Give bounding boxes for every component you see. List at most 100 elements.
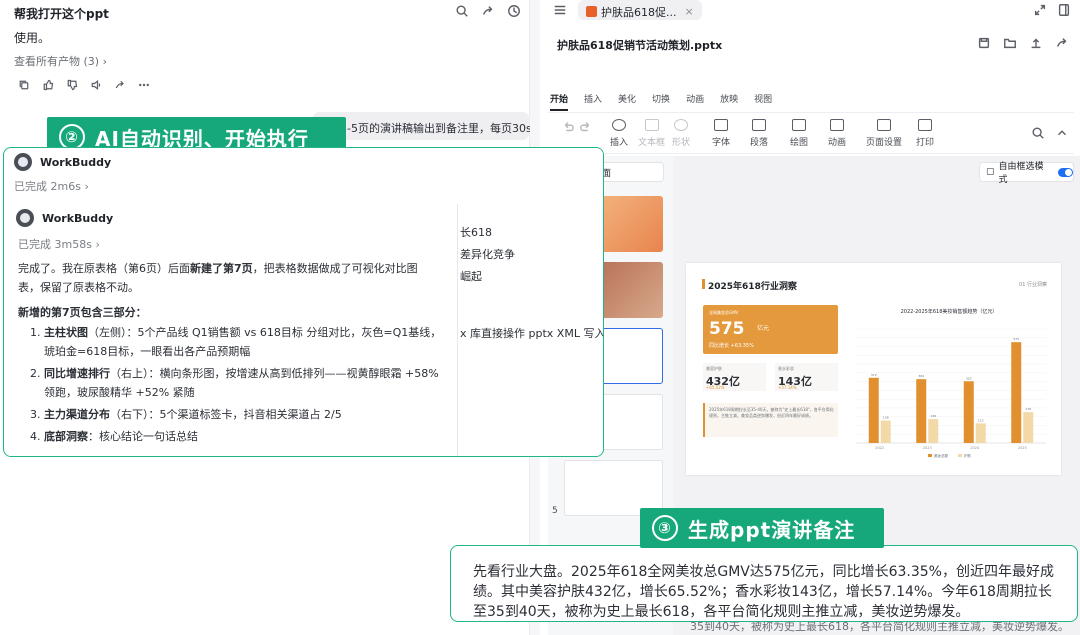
- menu-transition[interactable]: 切换: [652, 92, 670, 111]
- search-icon[interactable]: [454, 3, 470, 19]
- completed-status[interactable]: 已完成 2m6s ›: [14, 178, 89, 194]
- tick-label: 2022: [875, 446, 884, 450]
- split-view-icon[interactable]: [1056, 2, 1072, 18]
- thumb-number: 5: [552, 506, 558, 516]
- expand-icon[interactable]: [1032, 2, 1048, 18]
- item-number: 3.: [30, 408, 41, 421]
- item-title: 同比增速排行: [44, 367, 110, 380]
- share-icon[interactable]: [480, 3, 496, 19]
- step-number: ③: [652, 515, 678, 541]
- bar: [916, 379, 927, 443]
- slide-note: 2025年618周期拉长至35-40天，被称为"史上最长618"，各平台简化规则…: [703, 403, 838, 437]
- tool-page-setup[interactable]: 页面设置: [866, 119, 902, 148]
- tool-animation[interactable]: 动画: [828, 119, 846, 148]
- summary-text: 完成了。我在原表格（第6页）后面: [18, 262, 190, 275]
- legend-swatch: [928, 454, 932, 457]
- thumbs-up-icon[interactable]: [40, 77, 56, 93]
- summary-paragraph: 完成了。我在原表格（第6页）后面新建了第7页，把表格数据做成了可视化对比图表，保…: [18, 259, 438, 297]
- slide-title: 2025年618行业洞察: [708, 282, 797, 292]
- legend-swatch: [958, 454, 962, 457]
- tool-paragraph[interactable]: 段落: [750, 119, 768, 148]
- redo-icon[interactable]: [578, 119, 594, 135]
- draw-icon: [792, 119, 806, 131]
- menu-view[interactable]: 视图: [754, 92, 772, 111]
- share-icon[interactable]: [1054, 35, 1070, 51]
- free-mode-label: 自由框选模式: [998, 162, 1044, 185]
- item-title: 主柱状图: [44, 326, 88, 339]
- bar: [928, 419, 939, 443]
- item-number: 4.: [30, 430, 41, 443]
- background-text-snippets: 长618 差异化竞争 崛起 x 库直接操作 pptx XML 写入备: [460, 148, 604, 456]
- snippet: 崛起: [460, 270, 482, 283]
- gmv-card: 全网美妆总GMV 575 亿元 同比增长 +63.35%: [703, 305, 838, 354]
- more-icon[interactable]: [136, 77, 152, 93]
- bar: [1011, 342, 1022, 443]
- bar: [975, 423, 986, 443]
- data-label: 372: [871, 373, 877, 377]
- tool-label: 字体: [712, 138, 731, 148]
- textbox-icon: [644, 119, 659, 131]
- slide[interactable]: 2025年618行业洞察 01 行业洞察 全网美妆总GMV 575 亿元 同比增…: [686, 263, 1061, 475]
- agent-response-card: WorkBuddy 已完成 2m6s › WorkBuddy 已完成 3m58s…: [3, 147, 604, 457]
- menu-icon[interactable]: [552, 2, 568, 18]
- item-title: 底部洞察: [44, 430, 88, 443]
- agent-name: WorkBuddy: [40, 155, 112, 169]
- save-icon[interactable]: [976, 35, 992, 51]
- data-label: 112: [978, 418, 984, 422]
- item-number: 2.: [30, 367, 41, 380]
- tool-label: 绘图: [790, 138, 809, 148]
- share-icon[interactable]: [112, 77, 128, 93]
- menu-beautify[interactable]: 美化: [618, 92, 636, 111]
- copy-icon[interactable]: [16, 77, 32, 93]
- tool-shape[interactable]: 形状: [672, 119, 690, 148]
- folder-icon[interactable]: [1002, 35, 1018, 51]
- menu-animation[interactable]: 动画: [686, 92, 704, 111]
- collapse-ribbon-icon[interactable]: [1054, 125, 1070, 141]
- free-mode-icon: ▢: [986, 167, 995, 177]
- plus-icon: [612, 119, 626, 131]
- history-icon[interactable]: [506, 3, 522, 19]
- data-label: 352: [966, 376, 972, 380]
- toggle-switch[interactable]: [1057, 167, 1073, 177]
- tool-label: 插入: [610, 138, 629, 148]
- menu-slideshow[interactable]: 放映: [720, 92, 738, 111]
- data-label: 575: [1013, 337, 1019, 341]
- snippet: x 库直接操作 pptx XML 写入备: [460, 327, 604, 340]
- print-icon: [918, 119, 932, 131]
- gmv-value: 575: [709, 319, 745, 339]
- tab-pptx-file[interactable]: 护肤品618促... ×: [578, 0, 702, 20]
- star-icon: [830, 119, 844, 131]
- completed-status[interactable]: 已完成 3m58s ›: [18, 236, 100, 252]
- search-icon[interactable]: [1030, 125, 1046, 141]
- agent-header: WorkBuddy: [14, 153, 111, 171]
- thumbs-down-icon[interactable]: [64, 77, 80, 93]
- tick-label: 2025: [1018, 446, 1027, 450]
- skincare-label: 美容护肤: [706, 366, 722, 371]
- bar: [868, 377, 879, 443]
- speaker-icon[interactable]: [88, 77, 104, 93]
- undo-icon[interactable]: [560, 119, 576, 135]
- tool-font[interactable]: 字体: [712, 119, 730, 148]
- file-title: 护肤品618促销节活动策划.pptx: [557, 39, 723, 52]
- free-select-toggle[interactable]: ▢ 自由框选模式: [979, 162, 1074, 185]
- menu-home[interactable]: 开始: [550, 92, 569, 111]
- done-label: 已完成 3m58s: [18, 238, 92, 251]
- tool-label: 文本框: [638, 138, 666, 148]
- item-number: 1.: [30, 326, 41, 339]
- close-tab-icon[interactable]: ×: [685, 5, 694, 18]
- tool-textbox[interactable]: 文本框: [638, 119, 665, 148]
- tool-print[interactable]: 打印: [916, 119, 934, 148]
- perfume-card: 香水彩妆 143亿 +57.14%: [775, 363, 838, 391]
- page-setup-icon: [877, 119, 891, 131]
- gmv-growth: 同比增长 +63.35%: [709, 343, 754, 349]
- tool-insert[interactable]: 插入: [610, 119, 628, 148]
- upload-icon[interactable]: [1028, 35, 1044, 51]
- perfume-growth: +57.14%: [778, 385, 797, 390]
- tool-draw[interactable]: 绘图: [790, 119, 808, 148]
- item-text: ：核心结论一句话总结: [88, 430, 198, 443]
- tab-label: 护肤品618促...: [601, 5, 677, 19]
- done-label: 已完成 2m6s: [14, 180, 81, 193]
- view-all-artifacts-link[interactable]: 查看所有产物 (3) ›: [14, 53, 107, 69]
- item-text: （右下）：5个渠道标签卡，抖音相关渠道占 2/5: [110, 408, 342, 421]
- menu-insert[interactable]: 插入: [584, 92, 602, 111]
